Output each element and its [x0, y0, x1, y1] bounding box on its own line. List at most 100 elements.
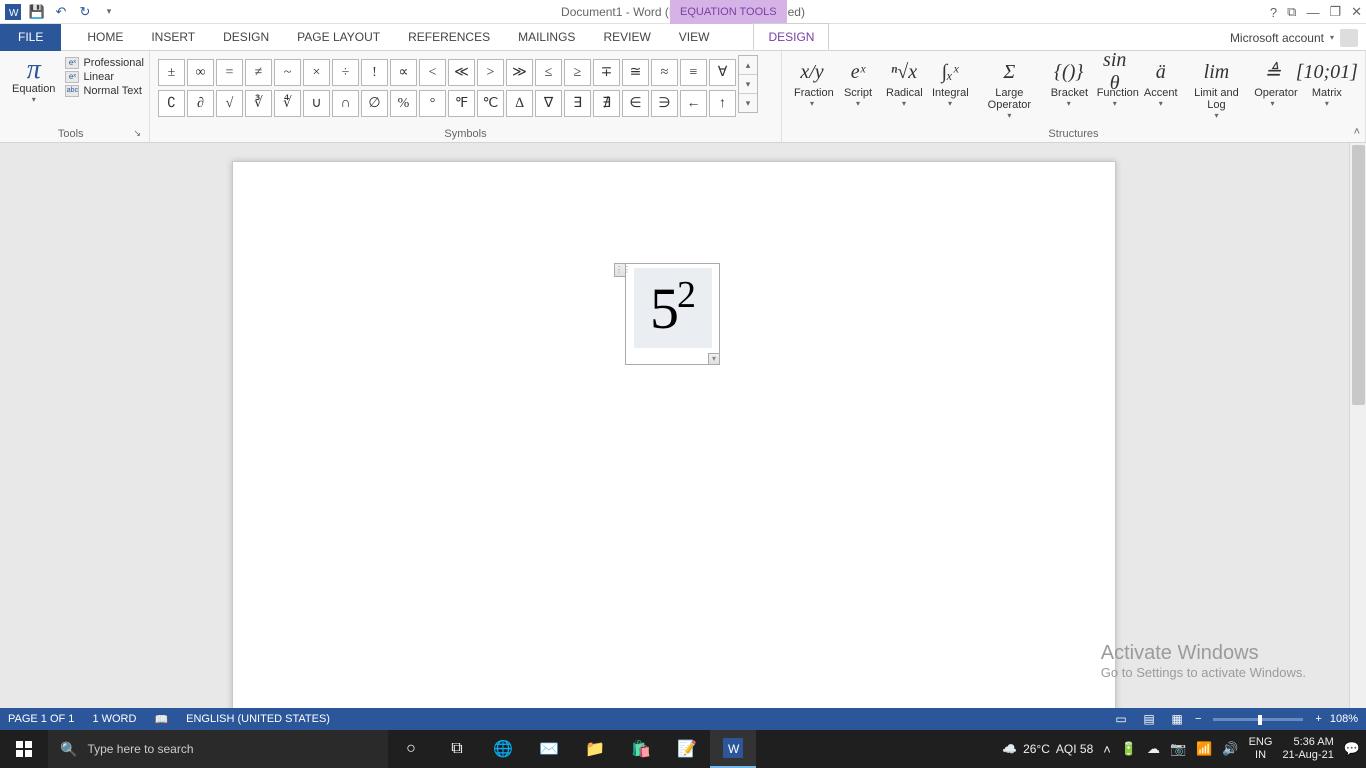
- symbol-button[interactable]: ∛: [245, 90, 272, 117]
- collapse-ribbon-icon[interactable]: ˄: [1354, 126, 1360, 138]
- symbol-button[interactable]: ≡: [680, 59, 707, 86]
- tab-design-main[interactable]: DESIGN: [209, 24, 283, 51]
- symbol-button[interactable]: ∅: [361, 90, 388, 117]
- restore-icon[interactable]: ❐: [1329, 4, 1341, 20]
- equation-content[interactable]: 5 2: [634, 268, 712, 348]
- onedrive-icon[interactable]: ☁: [1147, 741, 1160, 757]
- print-layout-icon[interactable]: ▤: [1139, 711, 1159, 727]
- redo-icon[interactable]: ↻: [76, 3, 94, 21]
- symbol-button[interactable]: ≤: [535, 59, 562, 86]
- expand-gallery-icon[interactable]: ▾: [739, 94, 757, 112]
- symbol-button[interactable]: ≠: [245, 59, 272, 86]
- structure-function[interactable]: sin θFunction▾: [1093, 57, 1137, 120]
- scroll-up-icon[interactable]: ▴: [739, 56, 757, 75]
- equation-button[interactable]: π Equation ▾: [8, 55, 59, 106]
- symbol-button[interactable]: >: [477, 59, 504, 86]
- symbol-button[interactable]: <: [419, 59, 446, 86]
- word-task-icon[interactable]: W: [710, 730, 756, 768]
- zoom-level[interactable]: 108%: [1330, 713, 1358, 725]
- symbol-button[interactable]: ∇: [535, 90, 562, 117]
- ribbon-display-icon[interactable]: ⧉: [1287, 4, 1296, 20]
- tab-page-layout[interactable]: PAGE LAYOUT: [283, 24, 394, 51]
- taskbar-search[interactable]: 🔍 Type here to search: [48, 730, 388, 768]
- symbol-button[interactable]: ∪: [303, 90, 330, 117]
- weather-widget[interactable]: ☁️ 26°C AQI 58: [1002, 742, 1093, 756]
- zoom-slider[interactable]: [1213, 718, 1303, 721]
- zoom-in-icon[interactable]: +: [1315, 713, 1321, 725]
- structure-fraction[interactable]: x/yFraction▾: [790, 57, 834, 120]
- linear-button[interactable]: eˣLinear: [65, 71, 144, 83]
- dialog-launcher-icon[interactable]: ↘: [133, 128, 141, 139]
- account-menu[interactable]: Microsoft account ▾: [1230, 24, 1358, 51]
- tab-file[interactable]: FILE: [0, 24, 61, 51]
- save-icon[interactable]: 💾: [28, 3, 46, 21]
- tab-review[interactable]: REVIEW: [589, 24, 664, 51]
- tab-equation-design[interactable]: DESIGN: [753, 23, 829, 50]
- symbol-button[interactable]: %: [390, 90, 417, 117]
- symbol-button[interactable]: ≅: [622, 59, 649, 86]
- symbol-button[interactable]: ≪: [448, 59, 475, 86]
- symbol-button[interactable]: ∩: [332, 90, 359, 117]
- zoom-out-icon[interactable]: −: [1195, 713, 1201, 725]
- structure-limit-and-log[interactable]: limLimit and Log▾: [1185, 57, 1249, 120]
- symbol-button[interactable]: ℃: [477, 90, 504, 117]
- sticky-notes-icon[interactable]: 📝: [664, 730, 710, 768]
- store-icon[interactable]: 🛍️: [618, 730, 664, 768]
- symbol-button[interactable]: !: [361, 59, 388, 86]
- symbol-button[interactable]: ∞: [187, 59, 214, 86]
- meet-now-icon[interactable]: 📷: [1170, 741, 1186, 757]
- scrollbar-thumb[interactable]: [1352, 145, 1365, 405]
- help-icon[interactable]: ?: [1270, 5, 1277, 20]
- symbol-button[interactable]: ∜: [274, 90, 301, 117]
- close-icon[interactable]: ✕: [1351, 4, 1362, 20]
- symbol-button[interactable]: ∃: [564, 90, 591, 117]
- notifications-icon[interactable]: 💬: [1344, 741, 1360, 757]
- symbol-button[interactable]: ≫: [506, 59, 533, 86]
- tab-mailings[interactable]: MAILINGS: [504, 24, 589, 51]
- symbol-button[interactable]: ≥: [564, 59, 591, 86]
- symbol-button[interactable]: ~: [274, 59, 301, 86]
- page-indicator[interactable]: PAGE 1 OF 1: [8, 713, 74, 725]
- tab-home[interactable]: HOME: [73, 24, 137, 51]
- symbol-button[interactable]: ±: [158, 59, 185, 86]
- symbol-button[interactable]: √: [216, 90, 243, 117]
- vertical-scrollbar[interactable]: [1349, 143, 1366, 708]
- structure-operator[interactable]: ≜Operator▾: [1250, 57, 1294, 120]
- minimize-icon[interactable]: ―: [1306, 5, 1319, 20]
- scroll-down-icon[interactable]: ▾: [739, 75, 757, 94]
- symbol-button[interactable]: ∓: [593, 59, 620, 86]
- symbol-button[interactable]: ∋: [651, 90, 678, 117]
- symbol-button[interactable]: ∂: [187, 90, 214, 117]
- tab-insert[interactable]: INSERT: [137, 24, 209, 51]
- symbol-button[interactable]: ≈: [651, 59, 678, 86]
- edge-icon[interactable]: 🌐: [480, 730, 526, 768]
- structure-integral[interactable]: ∫ₓˣIntegral▾: [928, 57, 972, 120]
- explorer-icon[interactable]: 📁: [572, 730, 618, 768]
- wifi-icon[interactable]: 📶: [1196, 741, 1212, 757]
- symbol-button[interactable]: ∆: [506, 90, 533, 117]
- battery-icon[interactable]: 🔋: [1121, 741, 1137, 757]
- symbol-button[interactable]: ℉: [448, 90, 475, 117]
- start-button[interactable]: [0, 730, 48, 768]
- qat-customize-icon[interactable]: ▾: [100, 3, 118, 21]
- structure-radical[interactable]: ⁿ√xRadical▾: [882, 57, 926, 120]
- equation-move-handle[interactable]: ⋮⋮: [614, 263, 626, 277]
- symbol-button[interactable]: ÷: [332, 59, 359, 86]
- tray-chevron-icon[interactable]: ˄: [1103, 742, 1111, 757]
- volume-icon[interactable]: 🔊: [1222, 741, 1238, 757]
- web-layout-icon[interactable]: ▦: [1167, 711, 1187, 727]
- symbol-button[interactable]: ∈: [622, 90, 649, 117]
- symbol-button[interactable]: ×: [303, 59, 330, 86]
- tab-view[interactable]: VIEW: [665, 24, 724, 51]
- clock[interactable]: 5:36 AM 21-Aug-21: [1282, 736, 1333, 762]
- equation-options-handle[interactable]: ▾: [708, 353, 720, 365]
- tab-references[interactable]: REFERENCES: [394, 24, 504, 51]
- structure-script[interactable]: eˣScript▾: [836, 57, 880, 120]
- equation-editor-box[interactable]: ⋮⋮ 5 2 ▾: [625, 263, 720, 365]
- word-count[interactable]: 1 WORD: [92, 713, 136, 725]
- symbol-button[interactable]: ∝: [390, 59, 417, 86]
- document-page[interactable]: [232, 161, 1116, 708]
- task-view-icon[interactable]: ⧉: [434, 730, 480, 768]
- symbol-button[interactable]: °: [419, 90, 446, 117]
- language-indicator[interactable]: ENGLISH (UNITED STATES): [186, 713, 330, 725]
